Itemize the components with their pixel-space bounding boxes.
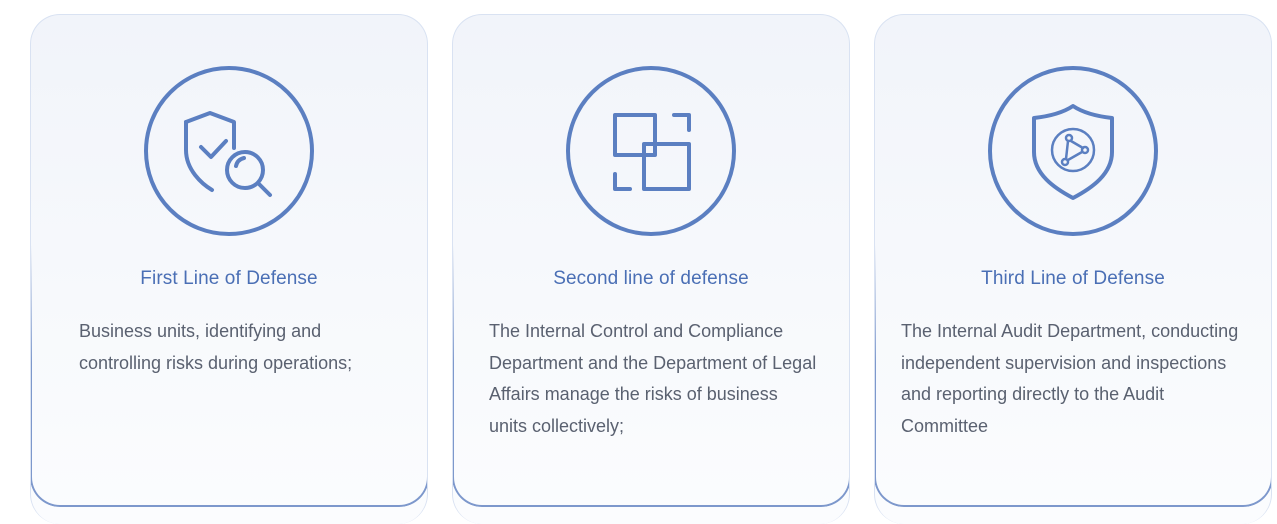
- shield-search-icon: [184, 111, 272, 197]
- shield-network-icon: [1032, 104, 1114, 200]
- icon-circle: [144, 66, 314, 236]
- icon-circle: [988, 66, 1158, 236]
- second-line-card: Second line of defense The Internal Cont…: [452, 14, 850, 524]
- first-line-card: First Line of Defense Business units, id…: [30, 14, 428, 524]
- overlapping-squares-icon: [613, 113, 691, 191]
- card-title: Second line of defense: [553, 268, 749, 289]
- card-description: Business units, identifying and controll…: [79, 321, 353, 373]
- third-line-card: Third Line of Defense The Internal Audit…: [874, 14, 1272, 524]
- card-title: Third Line of Defense: [981, 268, 1165, 289]
- icon-circle: [566, 66, 736, 236]
- card-description: The Internal Control and Compliance Depa…: [489, 321, 817, 436]
- defense-lines-section: First Line of Defense Business units, id…: [0, 0, 1277, 524]
- card-description: The Internal Audit Department, conductin…: [901, 321, 1239, 436]
- card-title: First Line of Defense: [140, 268, 318, 289]
